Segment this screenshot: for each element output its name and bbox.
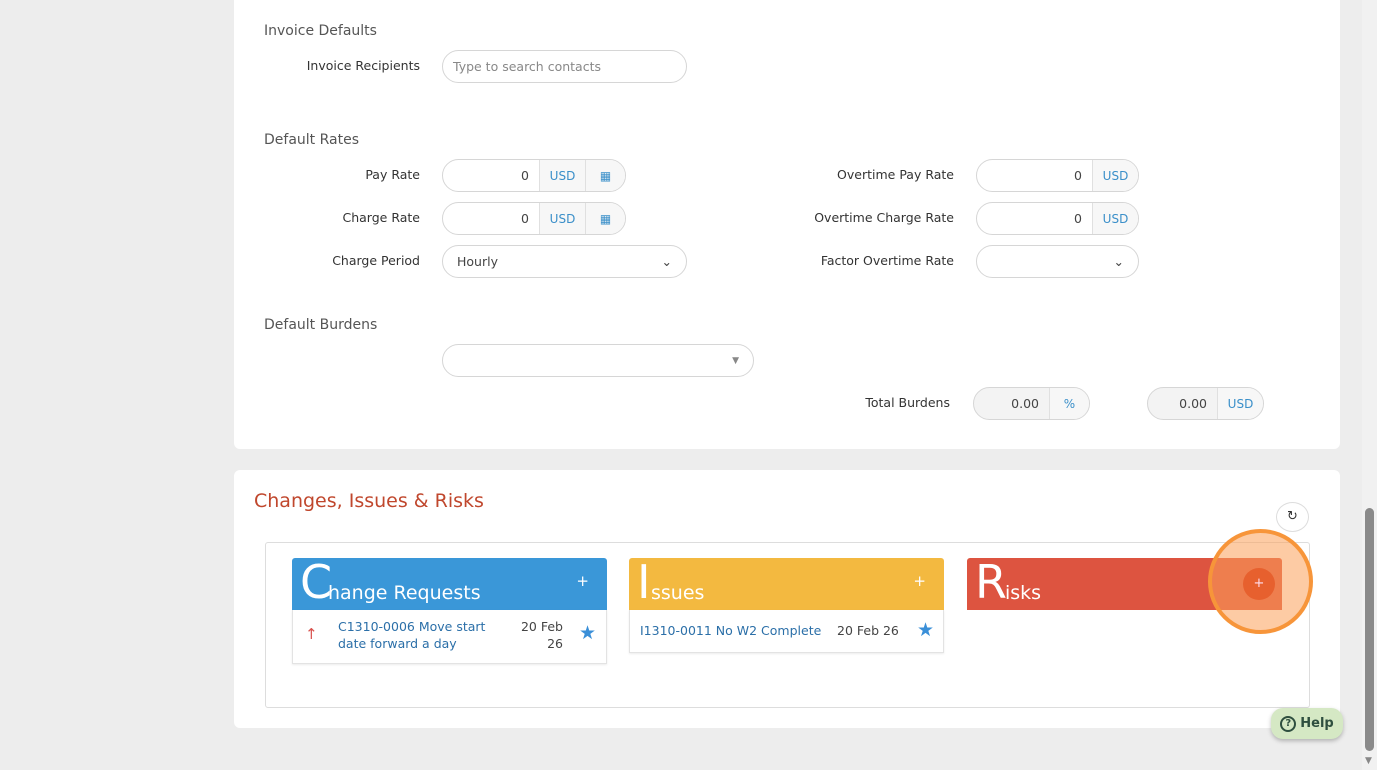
- charge-period-select[interactable]: Hourly ⌄: [442, 245, 687, 278]
- change-requests-title: hange Requests: [328, 582, 481, 604]
- total-burdens-label: Total Burdens: [865, 395, 950, 410]
- scrollbar[interactable]: ▼: [1362, 0, 1377, 770]
- caret-down-icon: ▼: [732, 355, 739, 366]
- invoice-defaults-heading: Invoice Defaults: [264, 23, 377, 39]
- scrollbar-thumb[interactable]: [1365, 508, 1374, 751]
- overtime-pay-rate-label: Overtime Pay Rate: [837, 167, 954, 182]
- chevron-down-icon: ⌄: [1113, 254, 1124, 269]
- star-icon[interactable]: ★: [917, 619, 934, 641]
- overtime-pay-rate-input[interactable]: 0 USD: [976, 159, 1139, 192]
- pay-rate-label: Pay Rate: [365, 167, 420, 182]
- scroll-down-arrow-icon[interactable]: ▼: [1365, 756, 1372, 766]
- add-risk-button[interactable]: +: [1243, 568, 1275, 600]
- total-burdens-percent: 0.00 %: [973, 387, 1090, 420]
- rates-card: Invoice Defaults Invoice Recipients Type…: [234, 0, 1340, 449]
- pay-rate-input[interactable]: 0 USD ▦: [442, 159, 626, 192]
- cir-title: Changes, Issues & Risks: [254, 490, 484, 512]
- currency-addon: USD: [1092, 160, 1138, 191]
- calculator-icon[interactable]: ▦: [585, 203, 625, 234]
- total-burdens-usd: 0.00 USD: [1147, 387, 1264, 420]
- overtime-charge-rate-label: Overtime Charge Rate: [814, 210, 954, 225]
- star-icon[interactable]: ★: [579, 622, 596, 644]
- issues-tile: I ssues + I1310-0011 No W2 Complete 20 F…: [629, 555, 944, 653]
- invoice-recipients-label: Invoice Recipients: [306, 58, 420, 73]
- add-change-request-button[interactable]: +: [576, 572, 589, 590]
- currency-addon: USD: [539, 203, 585, 234]
- question-circle-icon: ?: [1280, 715, 1297, 732]
- list-item[interactable]: ↑ C1310-0006 Move start date forward a d…: [292, 610, 607, 664]
- charge-rate-input[interactable]: 0 USD ▦: [442, 202, 626, 235]
- currency-addon: USD: [539, 160, 585, 191]
- default-rates-heading: Default Rates: [264, 132, 359, 148]
- list-item[interactable]: I1310-0011 No W2 Complete 20 Feb 26 ★: [629, 610, 944, 653]
- help-button[interactable]: ? Help: [1271, 708, 1343, 739]
- factor-overtime-rate-select[interactable]: ⌄: [976, 245, 1139, 278]
- change-requests-tile: C hange Requests + ↑ C1310-0006 Move sta…: [292, 555, 607, 664]
- priority-up-arrow-icon: ↑: [305, 625, 318, 643]
- charge-rate-label: Charge Rate: [342, 210, 421, 225]
- issues-title: ssues: [651, 582, 705, 604]
- add-issue-button[interactable]: +: [913, 572, 926, 590]
- factor-overtime-rate-label: Factor Overtime Rate: [820, 253, 954, 268]
- risks-title: isks: [1005, 582, 1042, 604]
- invoice-recipients-input[interactable]: Type to search contacts: [442, 50, 687, 83]
- default-burdens-heading: Default Burdens: [264, 317, 378, 333]
- currency-addon: USD: [1092, 203, 1138, 234]
- calculator-icon[interactable]: ▦: [585, 160, 625, 191]
- overtime-charge-rate-input[interactable]: 0 USD: [976, 202, 1139, 235]
- charge-period-label: Charge Period: [332, 253, 420, 268]
- chevron-down-icon: ⌄: [661, 254, 672, 269]
- refresh-icon: ↻: [1287, 509, 1298, 524]
- refresh-button[interactable]: ↻: [1276, 502, 1309, 532]
- default-burdens-select[interactable]: ▼: [442, 344, 754, 377]
